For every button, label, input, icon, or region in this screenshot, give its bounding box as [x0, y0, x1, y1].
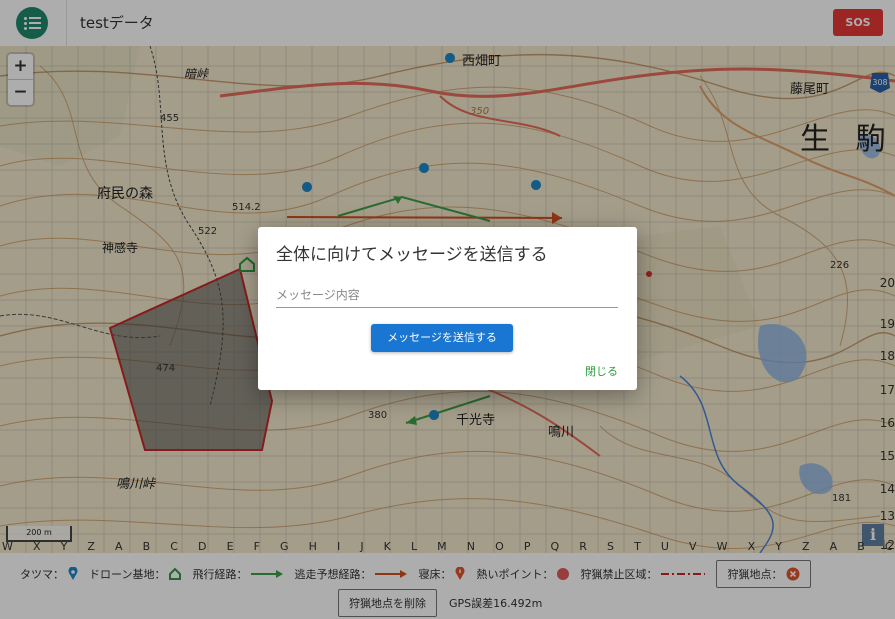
- close-dialog-link[interactable]: 閉じる: [585, 363, 618, 379]
- send-message-button[interactable]: メッセージを送信する: [371, 324, 513, 352]
- broadcast-message-dialog: 全体に向けてメッセージを送信する メッセージを送信する 閉じる: [258, 227, 637, 390]
- message-content-input[interactable]: [276, 283, 618, 308]
- dialog-title: 全体に向けてメッセージを送信する: [276, 245, 548, 265]
